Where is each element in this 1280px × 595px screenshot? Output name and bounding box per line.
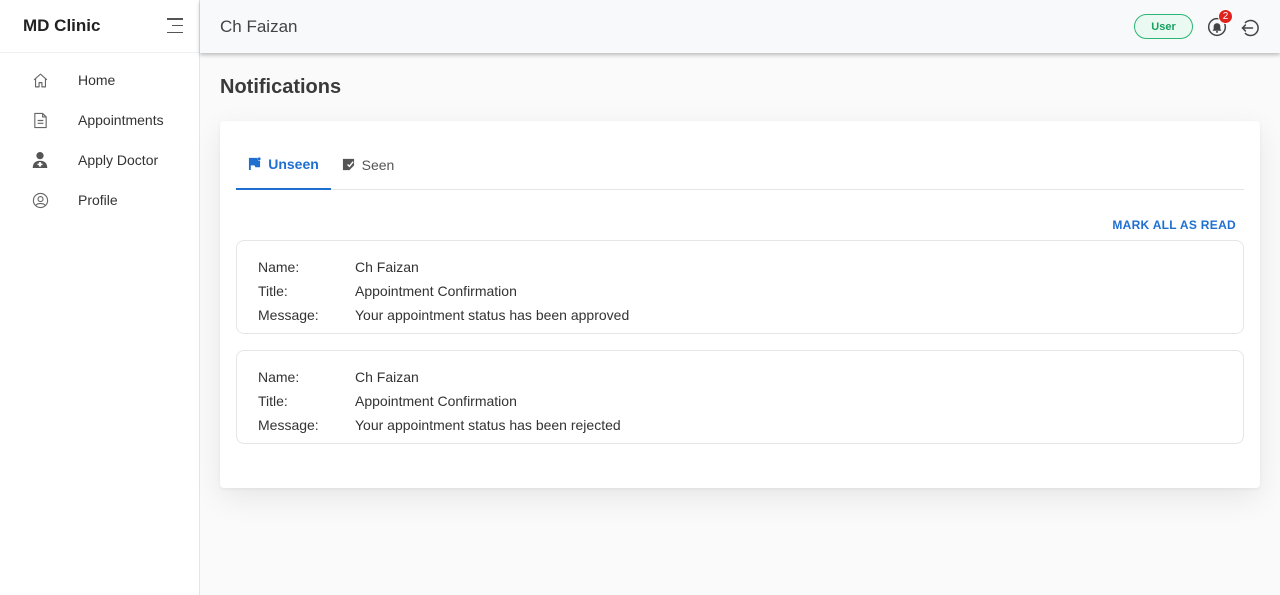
- notification-name-row: Name: Ch Faizan: [258, 365, 1243, 389]
- message-value: Your appointment status has been rejecte…: [355, 417, 621, 433]
- sidebar: MD Clinic Home Appointments Apply Doctor: [0, 0, 200, 595]
- sidebar-item-label: Apply Doctor: [78, 152, 159, 168]
- user-circle-icon: [31, 191, 49, 209]
- brand-header: MD Clinic: [0, 0, 199, 53]
- sidebar-item-label: Profile: [78, 192, 118, 208]
- flag-icon: [248, 157, 261, 170]
- name-value: Ch Faizan: [355, 369, 419, 385]
- title-value: Appointment Confirmation: [355, 283, 517, 299]
- title-label: Title:: [258, 283, 288, 299]
- app-brand: MD Clinic: [23, 16, 101, 35]
- tab-label: Unseen: [268, 155, 319, 172]
- notification-title-row: Title: Appointment Confirmation: [258, 279, 1243, 303]
- notification-name-row: Name: Ch Faizan: [258, 255, 1243, 279]
- logout-icon[interactable]: [1240, 18, 1260, 38]
- sidebar-item-label: Home: [78, 72, 116, 88]
- menu-toggle-icon[interactable]: [167, 18, 183, 33]
- tab-label: Seen: [361, 156, 395, 173]
- sidebar-item-appointments[interactable]: Appointments: [0, 100, 199, 140]
- sidebar-item-apply-doctor[interactable]: Apply Doctor: [0, 140, 199, 180]
- sidebar-item-profile[interactable]: Profile: [0, 180, 199, 220]
- sidebar-item-home[interactable]: Home: [0, 60, 199, 100]
- header-user-name: Ch Faizan: [220, 16, 298, 36]
- notification-title-row: Title: Appointment Confirmation: [258, 389, 1243, 413]
- notification-message-row: Message: Your appointment status has bee…: [258, 413, 1243, 437]
- mark-read-icon: [342, 158, 355, 171]
- tab-seen[interactable]: Seen: [339, 139, 397, 190]
- name-label: Name:: [258, 259, 300, 275]
- message-label: Message:: [258, 307, 319, 323]
- notification-message-row: Message: Your appointment status has bee…: [258, 303, 1243, 327]
- role-badge: User: [1134, 14, 1193, 39]
- notification-item[interactable]: Name: Ch Faizan Title: Appointment Confi…: [236, 350, 1244, 444]
- doctor-icon: [31, 151, 49, 169]
- document-icon: [31, 111, 49, 129]
- notification-tabs: Unseen Seen: [236, 139, 1244, 190]
- top-bar: Ch Faizan User 2: [200, 0, 1280, 53]
- name-label: Name:: [258, 369, 300, 385]
- notification-count-badge: 2: [1218, 9, 1233, 24]
- sidebar-nav: Home Appointments Apply Doctor Profile: [0, 53, 199, 220]
- notifications-card: Unseen Seen MARK ALL AS READ Name: Ch Fa…: [220, 121, 1260, 488]
- sidebar-item-label: Appointments: [78, 112, 164, 128]
- tab-unseen[interactable]: Unseen: [236, 139, 331, 190]
- page-title: Notifications: [220, 76, 342, 98]
- mark-all-as-read-button[interactable]: MARK ALL AS READ: [1112, 218, 1236, 232]
- message-value: Your appointment status has been approve…: [355, 307, 630, 323]
- title-label: Title:: [258, 393, 288, 409]
- message-label: Message:: [258, 417, 319, 433]
- name-value: Ch Faizan: [355, 259, 419, 275]
- home-icon: [31, 71, 49, 89]
- title-value: Appointment Confirmation: [355, 393, 517, 409]
- notification-item[interactable]: Name: Ch Faizan Title: Appointment Confi…: [236, 240, 1244, 334]
